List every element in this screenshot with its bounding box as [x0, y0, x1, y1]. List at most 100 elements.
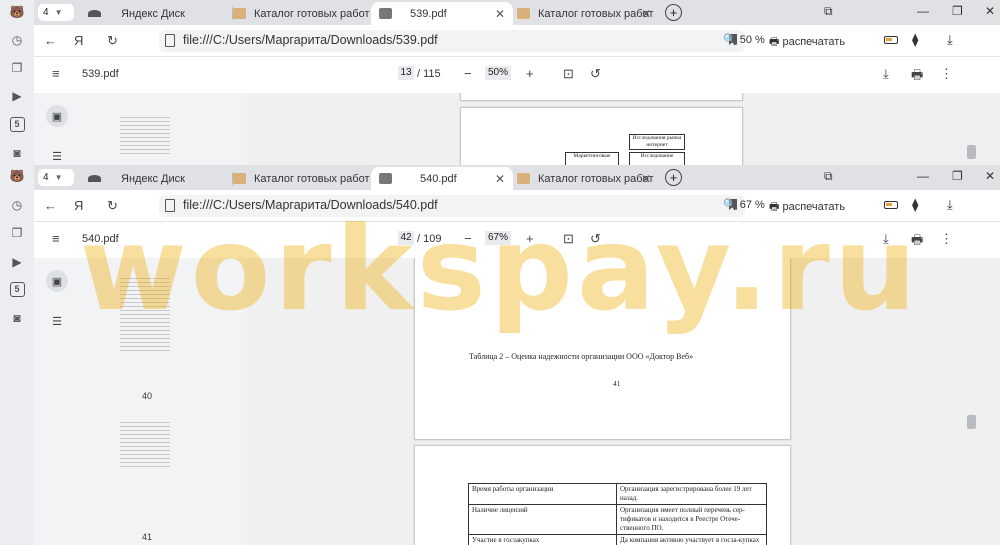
url-text[interactable]: file:///C:/Users/Маргарита/Downloads/539… [183, 33, 438, 47]
close-icon[interactable]: ✕ [495, 172, 505, 186]
maximize-icon[interactable]: ❐ [952, 4, 963, 18]
tab-539-pdf[interactable]: 539.pdf ✕ [371, 2, 513, 25]
zoom-level[interactable]: 50% [485, 66, 511, 80]
tabs-manager-icon[interactable]: ⧉ [824, 4, 833, 19]
yandex-icon[interactable]: Я [74, 198, 83, 213]
close-icon[interactable]: ✕ [495, 7, 505, 21]
download-icon[interactable]: ⤓ [947, 32, 953, 48]
table-row: Наличие лицензий Организация имеет полны… [468, 504, 767, 535]
zoom-in-icon[interactable]: + [526, 66, 534, 81]
pdf-toolbar: ≡ 540.pdf 42 / 109 − 67% + ⊡ ↺ ⤓ 🖶 ⋮ [34, 222, 1000, 258]
thumbnail-page[interactable] [120, 117, 170, 157]
pdf-icon [379, 173, 392, 184]
page-number-input[interactable]: 13 [398, 66, 414, 80]
tab-catalog-2[interactable]: Каталог готовых работ ✕ [513, 2, 659, 25]
fit-page-icon[interactable]: ⊡ [563, 231, 574, 247]
page-number-input[interactable]: 42 [398, 231, 414, 245]
diagram-box: Исследование [629, 152, 685, 165]
reload-icon[interactable]: ↻ [107, 33, 118, 49]
rotate-icon[interactable]: ↺ [590, 231, 601, 247]
pdf-page [460, 93, 743, 101]
minimize-icon[interactable]: — [917, 169, 929, 183]
pdf-page: Исследования рынка интернет Маркетинговы… [460, 107, 743, 165]
thumbnail-page[interactable] [120, 278, 170, 354]
download-icon[interactable]: ⤓ [883, 66, 889, 82]
diagram-box: Исследования рынка интернет [629, 134, 685, 150]
zoom-indicator[interactable]: 🔍 67 % [723, 198, 765, 211]
thumbnail-view-icon[interactable]: ▣ [46, 105, 68, 127]
maximize-icon[interactable]: ❐ [952, 169, 963, 183]
more-icon[interactable]: ⋮ [940, 231, 953, 247]
new-tab-button[interactable]: + [665, 169, 682, 186]
zoom-out-icon[interactable]: − [464, 231, 472, 246]
close-icon[interactable]: ✕ [641, 7, 651, 21]
page-number: 41 [613, 379, 621, 388]
back-arrow-icon[interactable]: ← [44, 33, 57, 48]
thumbnail-page[interactable] [120, 422, 170, 470]
table-cell: Участие в госзакупках [468, 534, 617, 545]
viewer-scrollbar[interactable] [967, 415, 976, 429]
zoom-indicator[interactable]: 🔍 50 % [723, 33, 765, 46]
close-window-icon[interactable]: ✕ [985, 4, 995, 18]
more-icon[interactable]: ⋮ [940, 66, 953, 82]
tab-yandex-disk[interactable]: Яндекс Диск [88, 2, 233, 25]
tab-yandex-disk[interactable]: Яндекс Диск [88, 167, 233, 190]
download-icon[interactable]: ⤓ [883, 231, 889, 247]
battery-icon[interactable] [884, 36, 898, 44]
fit-page-icon[interactable]: ⊡ [563, 66, 574, 82]
page-total: / 115 [417, 68, 441, 80]
address-bar: ← Я ↻ file:///C:/Users/Маргарита/Downloa… [34, 190, 1000, 222]
print-button[interactable]: 🖶 распечатать [769, 198, 845, 217]
extensions-icon[interactable]: ⧫ [912, 32, 918, 48]
minimize-icon[interactable]: — [917, 4, 929, 18]
close-window-icon[interactable]: ✕ [985, 169, 995, 183]
print-icon[interactable]: 🖶 [911, 231, 923, 253]
outline-view-icon[interactable]: ☰ [46, 145, 68, 165]
new-tab-button[interactable]: + [665, 4, 682, 21]
tab-540-pdf[interactable]: 540.pdf ✕ [371, 167, 513, 190]
thumbnail-view-icon[interactable]: ▣ [46, 270, 68, 292]
catalog-icon [233, 173, 246, 184]
tab-count-button[interactable]: 4 ▼ [38, 169, 74, 186]
print-button[interactable]: 🖶 распечатать [769, 33, 845, 52]
table-cell: Время работы организации [468, 483, 617, 505]
extensions-icon[interactable]: ⧫ [912, 197, 918, 213]
pdf-filename: 540.pdf [82, 233, 119, 245]
tabs-manager-icon[interactable]: ⧉ [824, 169, 833, 184]
tab-catalog[interactable]: Каталог готовых работ [233, 2, 371, 25]
tab-bar: 4 ▼ Яндекс Диск Каталог готовых работ 539… [34, 0, 1000, 25]
url-text[interactable]: file:///C:/Users/Маргарита/Downloads/540… [183, 198, 438, 212]
thumbnail-panel: ▣ ☰ [34, 93, 247, 165]
zoom-in-icon[interactable]: + [526, 231, 534, 246]
pdf-viewer: Таблица 2 – Оценка надежности организаци… [247, 258, 1000, 545]
table-row: Участие в госзакупках Да компания активн… [468, 534, 767, 545]
url-field[interactable]: file:///C:/Users/Маргарита/Downloads/540… [159, 195, 745, 217]
page-total: / 109 [417, 233, 442, 245]
table-caption: Таблица 2 – Оценка надежности организаци… [469, 352, 694, 361]
tab-catalog[interactable]: Каталог готовых работ [233, 167, 371, 190]
close-icon[interactable]: ✕ [641, 172, 651, 186]
table-row: Время работы организации Организация зар… [468, 483, 767, 505]
zoom-out-icon[interactable]: − [464, 66, 472, 81]
url-field[interactable]: file:///C:/Users/Маргарита/Downloads/539… [159, 30, 745, 52]
outline-view-icon[interactable]: ☰ [46, 310, 68, 332]
tab-bar: 4 ▼ Яндекс Диск Каталог готовых работ 540… [34, 165, 1000, 190]
battery-icon[interactable] [884, 201, 898, 209]
table-cell: Организация зарегистрирована более 19 ле… [616, 483, 767, 505]
back-arrow-icon[interactable]: ← [44, 198, 57, 213]
tab-catalog-2[interactable]: Каталог готовых работ ✕ [513, 167, 659, 190]
yandex-icon[interactable]: Я [74, 33, 83, 48]
reload-icon[interactable]: ↻ [107, 198, 118, 214]
tab-count-button[interactable]: 4 ▼ [38, 4, 74, 21]
menu-icon[interactable]: ≡ [52, 231, 60, 246]
download-icon[interactable]: ⤓ [947, 197, 953, 213]
viewer-scrollbar[interactable] [967, 145, 976, 159]
pdf-page-41: Таблица 2 – Оценка надежности организаци… [414, 258, 791, 440]
menu-icon[interactable]: ≡ [52, 66, 60, 81]
yandex-disk-icon [88, 10, 101, 17]
pdf-viewer: Исследования рынка интернет Маркетинговы… [247, 93, 1000, 165]
print-icon[interactable]: 🖶 [911, 66, 923, 88]
chevron-down-icon: ▼ [54, 173, 63, 182]
rotate-icon[interactable]: ↺ [590, 66, 601, 82]
zoom-level[interactable]: 67% [485, 231, 511, 245]
